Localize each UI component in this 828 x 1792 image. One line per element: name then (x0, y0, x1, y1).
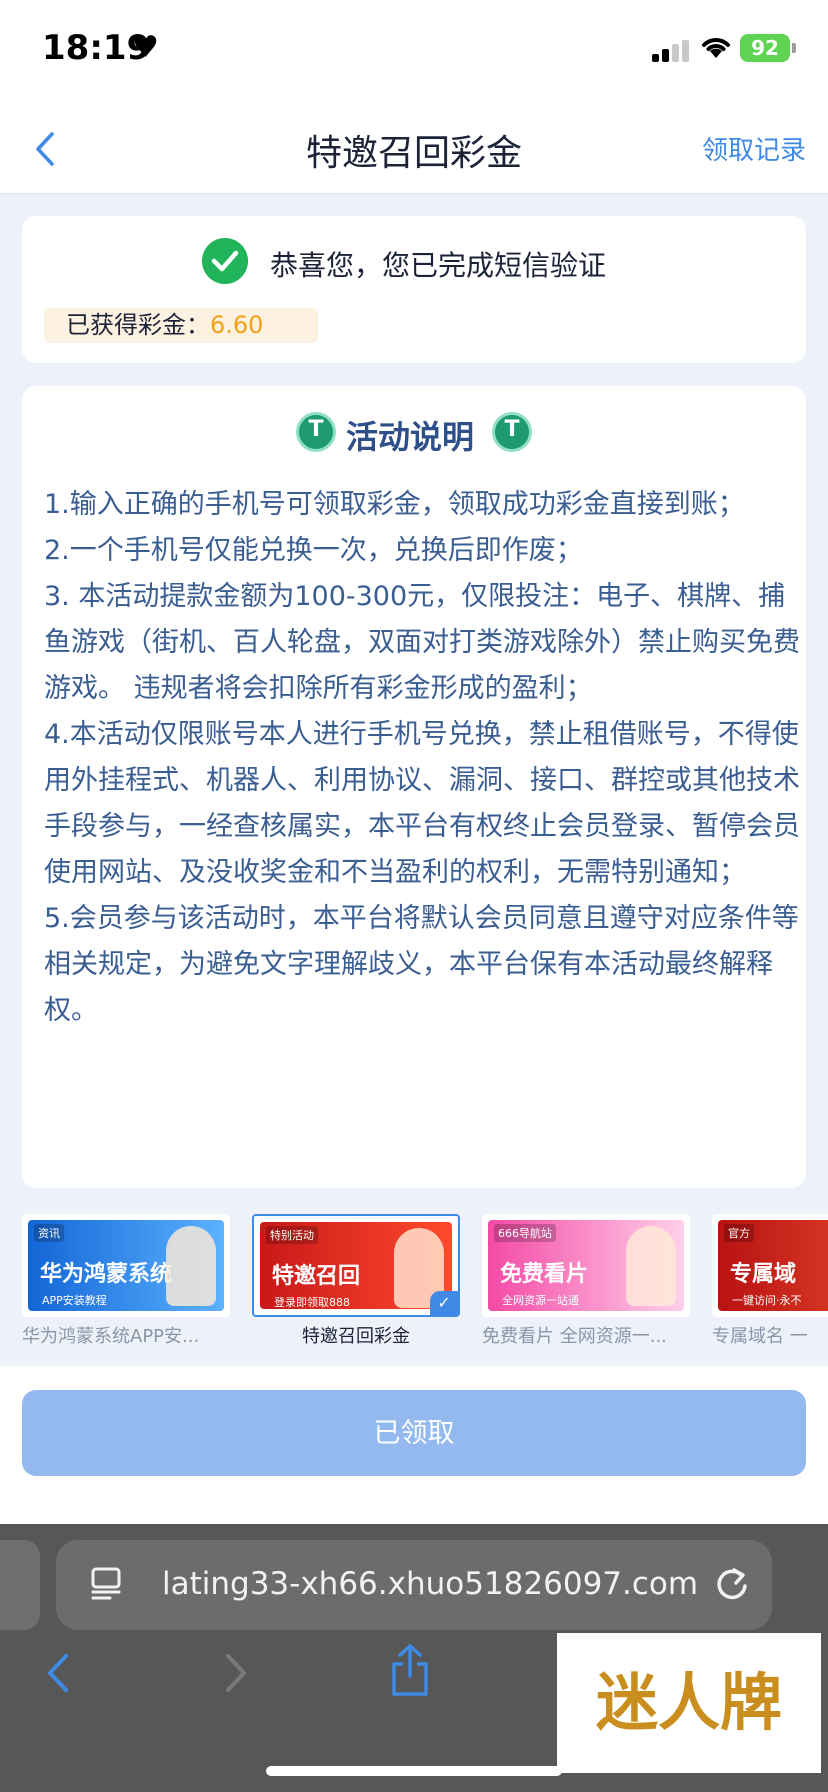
browser-back-icon[interactable] (40, 1648, 76, 1698)
banner-label[interactable]: 特邀召回彩金 (252, 1322, 460, 1348)
verification-card: 恭喜您，您已完成短信验证 已获得彩金：6.60 (22, 216, 806, 363)
watermark-logo: 迷人牌 (557, 1633, 821, 1773)
coin-icon: T (296, 412, 336, 452)
previous-tab-edge[interactable] (0, 1540, 40, 1630)
banner-label[interactable]: 专属域名 一 (712, 1322, 828, 1348)
status-bar: 18:19 ♥ 92 (0, 0, 828, 104)
claim-history-link[interactable]: 领取记录 (702, 130, 806, 167)
coin-icon: T (492, 412, 532, 452)
page-menu-icon[interactable] (90, 1566, 122, 1600)
banner-figure (166, 1226, 216, 1306)
reward-value: 6.60 (210, 311, 264, 339)
wifi-icon (702, 38, 730, 58)
rule-item: 3. 本活动提款金额为100-300元，仅限投注：电子、棋牌、捕鱼游戏（街机、百… (44, 581, 800, 704)
promo-banner-harmony[interactable]: 资讯 华为鸿蒙系统 APP安装教程 (22, 1214, 230, 1317)
rules-list: 1.输入正确的手机号可领取彩金，领取成功彩金直接到账； 2.一个手机号仅能兑换一… (44, 482, 806, 1034)
banner-figure (626, 1226, 676, 1306)
rules-card: T 活动说明 T 1.输入正确的手机号可领取彩金，领取成功彩金直接到账； 2.一… (22, 386, 806, 1188)
promo-banner-free-video[interactable]: 666导航站 免费看片 全网资源一站通 (482, 1214, 690, 1317)
selected-check-icon: ✓ (430, 1291, 458, 1315)
browser-forward-icon[interactable] (218, 1648, 254, 1698)
share-icon[interactable] (388, 1642, 432, 1698)
rule-item: 2.一个手机号仅能兑换一次，兑换后即作废； (44, 535, 583, 566)
promo-banner-domain[interactable]: 官方 专属域 一键访问·永不 (712, 1214, 828, 1317)
rule-item: 5.会员参与该活动时，本平台将默认会员同意且遵守对应条件等相关规定，为避免文字理… (44, 903, 799, 1026)
battery-nub (792, 43, 796, 53)
reload-icon[interactable] (712, 1562, 752, 1606)
battery-indicator: 92 (740, 34, 790, 62)
url-text[interactable]: lating33-xh66.xhuo51826097.com (162, 1566, 702, 1602)
promo-banner-carousel[interactable]: 资讯 华为鸿蒙系统 APP安装教程 华为鸿蒙系统APP安... 特别活动 特邀召… (0, 1196, 828, 1366)
action-area: 已领取 (0, 1366, 828, 1524)
cellular-signal-icon (652, 40, 690, 62)
reward-badge: 已获得彩金：6.60 (44, 308, 318, 343)
rule-item: 4.本活动仅限账号本人进行手机号兑换，禁止租借账号，不得使用外挂程式、机器人、利… (44, 719, 800, 888)
home-indicator (266, 1766, 562, 1776)
banner-label[interactable]: 免费看片 全网资源一... (482, 1322, 690, 1348)
address-bar[interactable]: lating33-xh66.xhuo51826097.com (56, 1540, 772, 1630)
verification-success-text: 恭喜您，您已完成短信验证 (270, 249, 607, 282)
claimed-button[interactable]: 已领取 (22, 1390, 806, 1476)
banner-label[interactable]: 华为鸿蒙系统APP安... (22, 1322, 230, 1348)
rule-item: 1.输入正确的手机号可领取彩金，领取成功彩金直接到账； (44, 489, 745, 520)
navigation-bar: 特邀召回彩金 领取记录 (0, 104, 828, 194)
heart-icon: ♥ (132, 30, 159, 65)
reward-label: 已获得彩金： (66, 311, 210, 339)
check-circle-icon (202, 238, 248, 284)
rules-title: 活动说明 (346, 418, 475, 456)
promo-banner-recall[interactable]: 特别活动 特邀召回 登录即领取888 ✓ (252, 1214, 460, 1317)
